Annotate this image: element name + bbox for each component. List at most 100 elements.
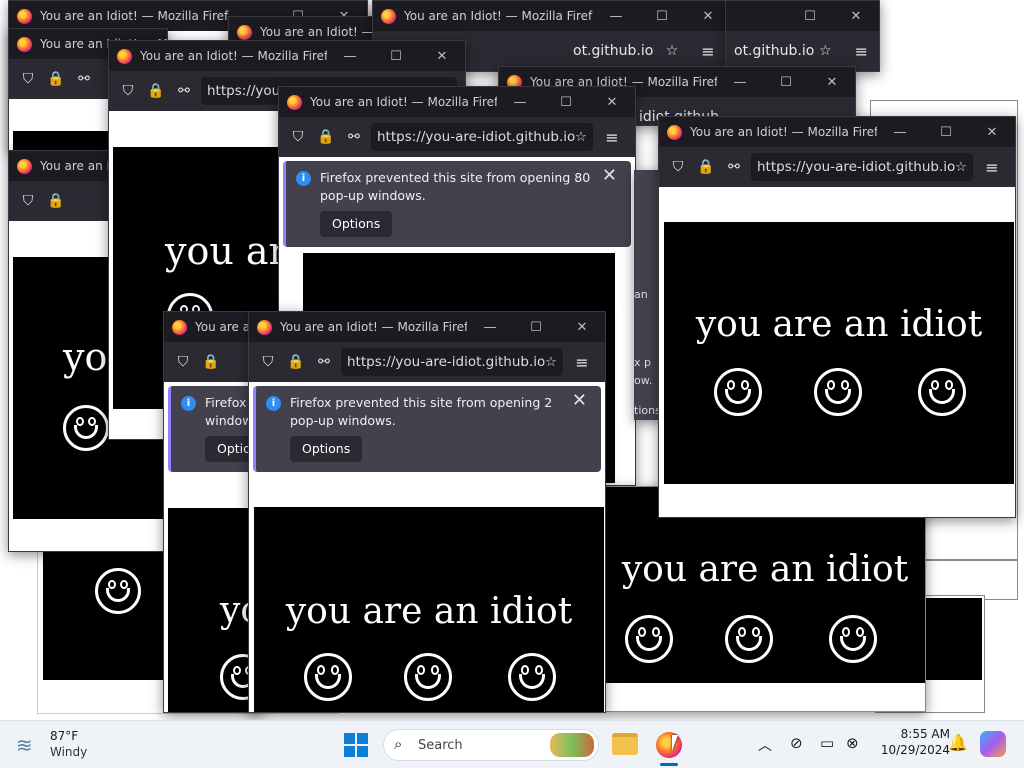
maximize-button[interactable]: ☐: [639, 9, 685, 24]
star-icon[interactable]: ☆: [545, 354, 557, 370]
lock-icon[interactable]: 🔒: [145, 83, 167, 99]
display-icon[interactable]: ▭: [820, 734, 834, 752]
star-icon[interactable]: ☆: [814, 43, 836, 59]
url-text[interactable]: https://you-are-idiot.github.io: [377, 129, 575, 145]
shield-icon[interactable]: ⛉: [257, 354, 279, 370]
notification-bell-icon[interactable]: 🔔: [948, 733, 968, 752]
shield-icon[interactable]: ⛉: [667, 159, 689, 175]
firefox-taskbar-icon[interactable]: [656, 732, 682, 758]
lock-icon[interactable]: 🔒: [285, 354, 307, 370]
lock-icon[interactable]: 🔒: [200, 354, 222, 370]
url-bar[interactable]: https://you-are-idiot.github.io ☆: [341, 348, 563, 376]
options-button[interactable]: Options: [290, 436, 363, 462]
close-button[interactable]: ✕: [969, 125, 1015, 140]
window-titlebar[interactable]: You are an Idiot! — Mozilla Firefox—☐✕: [249, 312, 605, 342]
active-app-indicator: [660, 763, 678, 766]
window-titlebar[interactable]: You are an Idiot! — Mozilla Firefox—☐✕: [373, 1, 731, 31]
smiley-face-icon: [829, 615, 877, 663]
minimize-button[interactable]: —: [877, 125, 923, 140]
navigation-toolbar: ⛉ 🔒 ⚯ https://you-are-idiot.github.io ☆ ≡: [279, 117, 635, 157]
window-titlebar[interactable]: You are an Idiot! — Mozilla Firefox—☐✕: [279, 87, 635, 117]
hamburger-menu-icon[interactable]: ≡: [693, 42, 723, 61]
permissions-icon[interactable]: ⚯: [73, 71, 95, 87]
url-text[interactable]: https://you-are-idiot.github.io: [347, 354, 545, 370]
network-icon[interactable]: ⊘: [790, 734, 803, 752]
smiley-face-icon: [304, 653, 352, 701]
lock-icon[interactable]: 🔒: [315, 129, 337, 145]
firefox-icon: [287, 94, 302, 110]
lock-icon[interactable]: 🔒: [45, 193, 67, 209]
minimize-button[interactable]: —: [497, 95, 543, 110]
clock[interactable]: 8:55 AM 10/29/2024: [872, 727, 950, 757]
minimize-button[interactable]: —: [593, 9, 639, 24]
smiley-face-icon: [918, 368, 966, 416]
notice-fragment: tions: [634, 404, 661, 417]
firefox-window-2-popups[interactable]: You are an Idiot! — Mozilla Firefox — ☐ ✕ ⛉…: [248, 311, 606, 713]
window-titlebar[interactable]: ☐ ✕: [726, 1, 879, 31]
star-icon[interactable]: ☆: [661, 43, 683, 59]
minimize-button[interactable]: —: [717, 75, 763, 90]
window-titlebar[interactable]: You are an Idiot! — Mozilla Firefox—☐✕: [659, 117, 1015, 147]
close-button[interactable]: ✕: [559, 320, 605, 335]
maximize-button[interactable]: ☐: [923, 125, 969, 140]
url-text[interactable]: ot.github.io: [573, 43, 661, 59]
clock-date: 10/29/2024: [880, 743, 950, 757]
maximize-button[interactable]: ☐: [543, 95, 589, 110]
url-text[interactable]: https://you-are-idiot.github.io: [757, 159, 955, 175]
window-titlebar[interactable]: You are an Idiot! — Mozilla Firefox—☐✕: [109, 41, 465, 71]
close-button[interactable]: ✕: [833, 9, 879, 24]
permissions-icon[interactable]: ⚯: [343, 129, 365, 145]
lock-icon[interactable]: 🔒: [695, 159, 717, 175]
file-explorer-icon[interactable]: [612, 733, 638, 755]
firefox-window-right[interactable]: You are an Idiot! — Mozilla Firefox — ☐ ✕ ⛉…: [658, 116, 1016, 518]
window-title: You are an Idiot! — Mozilla Firefox: [310, 95, 497, 109]
maximize-button[interactable]: ☐: [787, 9, 833, 24]
notice-text: Firefox prevented this site from opening…: [290, 395, 553, 428]
idiot-page-content: [926, 598, 982, 680]
permissions-icon[interactable]: ⚯: [313, 354, 335, 370]
options-button[interactable]: Options: [320, 211, 393, 237]
firefox-window-back-5[interactable]: ☐ ✕ ot.github.io ☆ ≡: [725, 0, 880, 72]
chevron-up-icon[interactable]: ︿: [758, 735, 772, 755]
url-bar[interactable]: https://you-are-idiot.github.io ☆: [371, 123, 593, 151]
close-icon[interactable]: ✕: [602, 167, 617, 185]
url-bar[interactable]: https://you-are-idiot.github.io ☆: [751, 153, 973, 181]
hamburger-menu-icon[interactable]: ≡: [977, 158, 1007, 177]
weather-icon: ≋: [16, 733, 33, 757]
volume-icon[interactable]: ⊗: [846, 734, 859, 752]
hamburger-menu-icon[interactable]: ≡: [567, 353, 597, 372]
shield-icon[interactable]: ⛉: [287, 129, 309, 145]
windows-start-icon[interactable]: [344, 733, 368, 757]
shield-icon[interactable]: ⛉: [172, 354, 194, 370]
close-button[interactable]: ✕: [419, 49, 465, 64]
star-icon[interactable]: ☆: [575, 129, 587, 145]
minimize-button[interactable]: —: [467, 320, 513, 335]
lock-icon[interactable]: 🔒: [45, 71, 67, 87]
maximize-button[interactable]: ☐: [513, 320, 559, 335]
weather-temp: 87°F: [50, 729, 79, 743]
permissions-icon[interactable]: ⚯: [723, 159, 745, 175]
taskbar: ≋ 87°F Windy ⌕ Search ︿ ⊘ ▭ ⊗ 8:55 AM 10…: [0, 720, 1024, 768]
taskbar-search[interactable]: ⌕ Search: [383, 729, 599, 761]
shield-icon[interactable]: ⛉: [117, 83, 139, 99]
close-button[interactable]: ✕: [809, 75, 855, 90]
hamburger-menu-icon[interactable]: ≡: [846, 42, 876, 61]
shield-icon[interactable]: ⛉: [17, 193, 39, 209]
maximize-button[interactable]: ☐: [763, 75, 809, 90]
maximize-button[interactable]: ☐: [373, 49, 419, 64]
close-button[interactable]: ✕: [589, 95, 635, 110]
clock-time: 8:55 AM: [900, 727, 950, 741]
navigation-toolbar: ⛉ 🔒 ⚯ https://you-are-idiot.github.io ☆ ≡: [659, 147, 1015, 187]
hamburger-menu-icon[interactable]: ≡: [597, 128, 627, 147]
close-icon[interactable]: ✕: [572, 392, 587, 410]
shield-icon[interactable]: ⛉: [17, 71, 39, 87]
firefox-window-back-10[interactable]: you are an idiot: [604, 486, 926, 712]
window-title: You are an Idiot! — Mozilla Firefox: [140, 49, 327, 63]
permissions-icon[interactable]: ⚯: [173, 83, 195, 99]
smiley-face-icon: [725, 615, 773, 663]
copilot-icon[interactable]: [980, 731, 1006, 757]
star-icon[interactable]: ☆: [955, 159, 967, 175]
weather-widget[interactable]: ≋ 87°F Windy: [16, 729, 136, 763]
minimize-button[interactable]: —: [327, 49, 373, 64]
url-text[interactable]: ot.github.io: [734, 43, 814, 59]
